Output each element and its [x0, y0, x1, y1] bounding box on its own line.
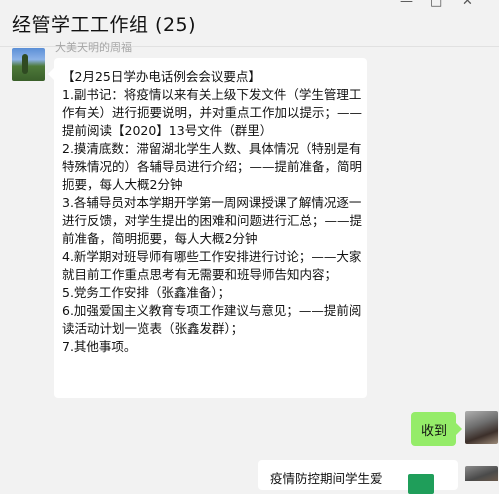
maximize-icon[interactable]: □ [430, 0, 442, 9]
sender-name: 大美天明的周福 [55, 41, 132, 54]
message-text-outgoing: 收到 [421, 424, 448, 439]
file-card[interactable]: 疫情防控期间学生爱 [258, 460, 458, 494]
excel-file-icon [408, 474, 434, 494]
avatar-self-2[interactable] [465, 466, 498, 481]
avatar-self[interactable] [465, 411, 498, 444]
close-icon[interactable]: ✕ [462, 0, 473, 9]
file-card-title: 疫情防控期间学生爱 [270, 471, 383, 486]
message-bubble-incoming[interactable]: 【2月25日学办电话例会会议要点】 1.副书记：将疫情以来有关上级下发文件（学生… [48, 58, 367, 398]
avatar[interactable] [12, 48, 45, 81]
minimize-icon[interactable]: — [400, 0, 413, 9]
message-text: 【2月25日学办电话例会会议要点】 1.副书记：将疫情以来有关上级下发文件（学生… [62, 69, 363, 354]
chat-title: 经管学工工作组 (25) [12, 14, 197, 36]
message-bubble-outgoing[interactable]: 收到 [411, 412, 462, 446]
